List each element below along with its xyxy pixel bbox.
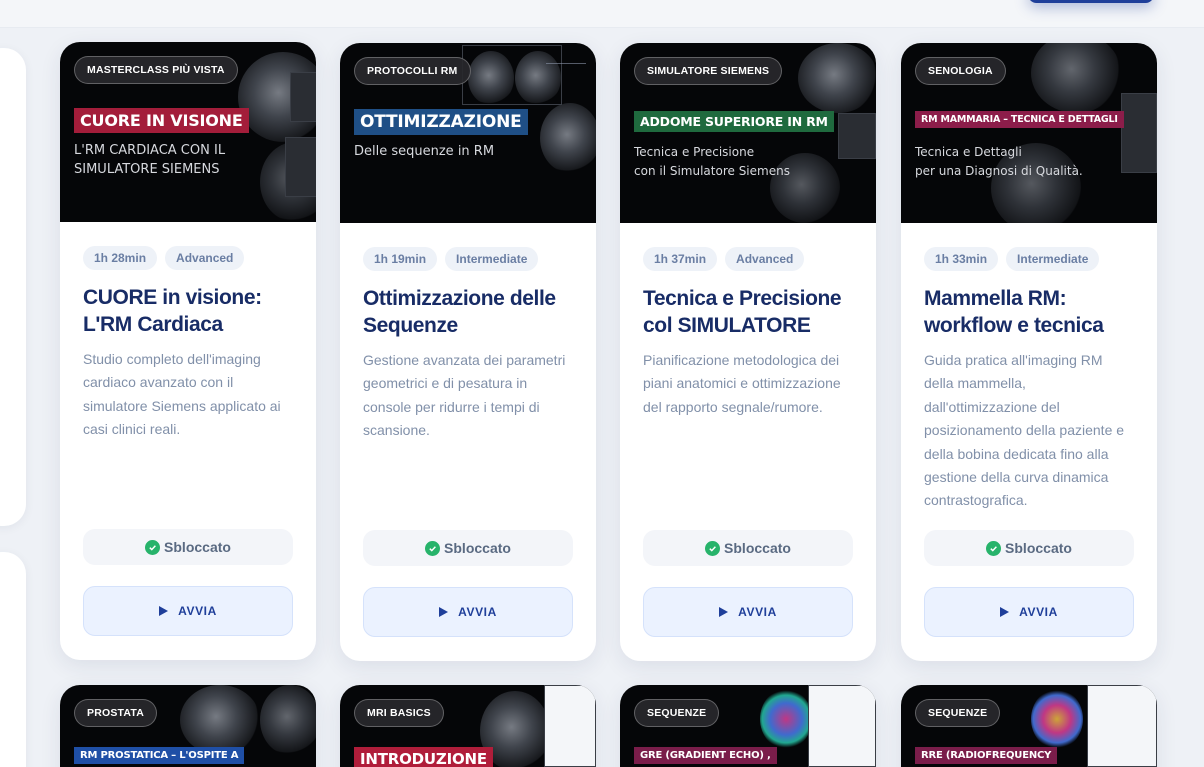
start-button[interactable]: AVVIA [83,586,293,636]
play-icon [1000,607,1010,617]
course-card[interactable]: SEQUENZE GRE (GRADIENT ECHO) , [620,685,876,767]
course-thumbnail: SEQUENZE RRE (RADIOFREQUENCY [901,685,1157,767]
course-thumbnail: SEQUENZE GRE (GRADIENT ECHO) , [620,685,876,767]
play-icon [159,606,169,616]
course-thumbnail: MASTERCLASS PIÙ VISTA CUORE IN VISIONE L… [60,42,316,222]
banner-title: INTRODUZIONE [354,747,493,767]
level-badge: Advanced [725,247,805,271]
level-badge: Advanced [165,246,245,270]
banner-title: RM MAMMARIA – TECNICA E DETTAGLI [915,111,1124,128]
sidebar-panel [0,48,26,526]
status-badge: Sbloccato [643,530,853,566]
banner-subtitle: L'RM CARDIACA CON IL SIMULATORE SIEMENS [74,143,226,177]
status-label: Sbloccato [724,540,791,556]
start-label: AVVIA [178,604,217,618]
banner-title: ADDOME SUPERIORE IN RM [634,111,834,132]
play-icon [439,607,449,617]
start-label: AVVIA [738,605,777,619]
level-badge: Intermediate [1006,247,1100,271]
status-badge: Sbloccato [363,530,573,566]
course-card[interactable]: SEQUENZE RRE (RADIOFREQUENCY [901,685,1157,767]
course-thumbnail: PROTOCOLLI RM OTTIMIZZAZIONE Delle seque… [340,43,596,223]
duration-badge: 1h 37min [643,247,718,271]
banner-title: GRE (GRADIENT ECHO) , [634,747,777,764]
status-label: Sbloccato [1005,540,1072,556]
course-thumbnail: PROSTATA RM PROSTATICA – L'OSPITE A [60,685,316,767]
category-badge: PROSTATA [74,699,158,727]
category-badge: SENOLOGIA [915,57,1006,85]
duration-badge: 1h 19min [363,247,438,271]
banner-title: RRE (RADIOFREQUENCY [915,747,1058,764]
category-badge: MRI BASICS [354,699,444,727]
course-description: Studio completo dell'imaging cardiaco av… [83,351,281,438]
course-title: Ottimizzazione delle Sequenze [363,287,556,337]
course-card[interactable]: PROSTATA RM PROSTATICA – L'OSPITE A [60,685,316,767]
course-title: Mammella RM: workflow e tecnica [924,287,1104,337]
course-card[interactable]: SENOLOGIA RM MAMMARIA – TECNICA E DETTAG… [901,43,1157,661]
course-description: Guida pratica all'imaging RM della mamme… [924,352,1125,509]
status-label: Sbloccato [444,540,511,556]
start-button[interactable]: AVVIA [643,587,853,637]
start-label: AVVIA [458,605,497,619]
banner-subtitle: Delle sequenze in RM [354,144,495,159]
course-card[interactable]: SIMULATORE SIEMENS ADDOME SUPERIORE IN R… [620,43,876,661]
category-badge: SEQUENZE [915,699,1001,727]
duration-badge: 1h 28min [83,246,158,270]
status-badge: Sbloccato [83,529,293,565]
play-icon [719,607,729,617]
start-button[interactable]: AVVIA [924,587,1134,637]
level-badge: Intermediate [445,247,539,271]
course-thumbnail: SIMULATORE SIEMENS ADDOME SUPERIORE IN R… [620,43,876,223]
status-badge: Sbloccato [924,530,1134,566]
check-icon [145,539,161,555]
header-action-button[interactable] [1028,0,1154,3]
category-badge: SIMULATORE SIEMENS [634,57,783,85]
top-bar [0,0,1204,28]
start-button[interactable]: AVVIA [363,587,573,637]
banner-subtitle: Tecnica e Dettagli per una Diagnosi di Q… [915,145,1083,178]
category-badge: MASTERCLASS PIÙ VISTA [74,56,238,84]
banner-title: OTTIMIZZAZIONE [354,109,528,135]
check-icon [986,540,1002,556]
duration-badge: 1h 33min [924,247,999,271]
check-icon [425,540,441,556]
sidebar-panel-lower [0,552,26,767]
course-title: CUORE in visione: L'RM Cardiaca [83,286,262,336]
course-description: Gestione avanzata dei parametri geometri… [363,352,566,439]
start-label: AVVIA [1019,605,1058,619]
category-badge: PROTOCOLLI RM [354,57,471,85]
banner-subtitle: Tecnica e Precisione con il Simulatore S… [634,145,790,178]
course-title: Tecnica e Precisione col SIMULATORE [643,287,842,337]
course-thumbnail: SENOLOGIA RM MAMMARIA – TECNICA E DETTAG… [901,43,1157,223]
course-card[interactable]: MRI BASICS INTRODUZIONE [340,685,596,767]
course-thumbnail: MRI BASICS INTRODUZIONE [340,685,596,767]
status-label: Sbloccato [164,539,231,555]
category-badge: SEQUENZE [634,699,720,727]
course-description: Pianificazione metodologica dei piani an… [643,352,841,415]
banner-title: CUORE IN VISIONE [74,108,249,133]
banner-title: RM PROSTATICA – L'OSPITE A [74,747,245,764]
check-icon [705,540,721,556]
course-card[interactable]: PROTOCOLLI RM OTTIMIZZAZIONE Delle seque… [340,43,596,661]
course-card[interactable]: MASTERCLASS PIÙ VISTA CUORE IN VISIONE L… [60,42,316,660]
